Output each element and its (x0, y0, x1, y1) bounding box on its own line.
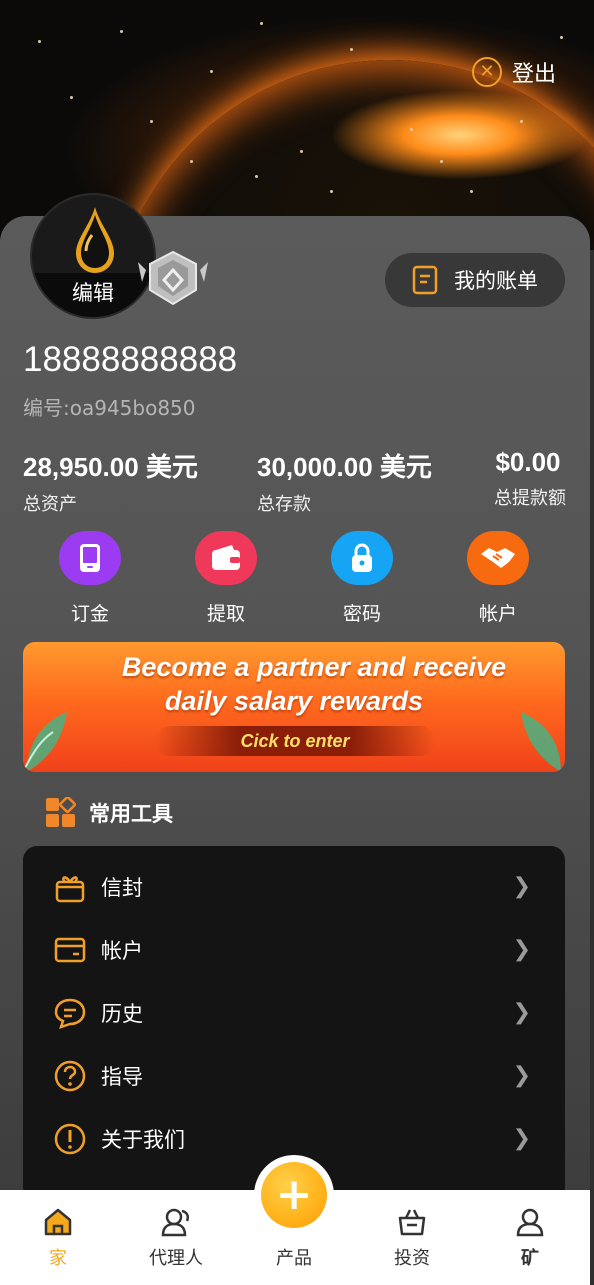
handshake-icon (467, 531, 529, 585)
stat-total-assets: 28,950.00 美元 总资产 (23, 447, 198, 516)
stat-label: 总资产 (23, 494, 77, 515)
logout-label: 登出 (511, 62, 556, 87)
quick-action-password[interactable]: 密码 (330, 531, 394, 626)
banner-line-2: daily salary rewards (164, 686, 424, 716)
stat-label: 总存款 (257, 494, 311, 515)
menu-item-guide[interactable]: 指导 ❯ (23, 1044, 565, 1107)
menu-item-history[interactable]: 历史 ❯ (23, 981, 565, 1044)
my-bill-label: 我的账单 (454, 269, 538, 293)
stat-total-withdrawal: $0.00 总提款额 (490, 447, 566, 510)
add-product-button[interactable]: + (254, 1155, 334, 1235)
partner-banner[interactable]: Become a partner and receive daily salar… (23, 642, 565, 772)
banner-line-1: Become a partner and receive (121, 652, 507, 682)
chevron-right-icon: ❯ (512, 1000, 531, 1025)
stat-value: $0.00 (495, 447, 561, 477)
nav-item-products[interactable]: 产品 (249, 1238, 339, 1270)
wallet-icon (195, 531, 257, 585)
app-screen: ✕ 登出 编辑 我的账单 18888888888 编号:oa945bo850 2… (0, 0, 594, 1285)
chevron-right-icon: ❯ (512, 937, 531, 962)
card-icon (54, 937, 86, 962)
stat-value: 30,000.00 美元 (257, 452, 432, 482)
planet-glow (330, 90, 590, 180)
tools-section-title: 常用工具 (45, 797, 173, 829)
menu-item-account[interactable]: 帐户 ❯ (23, 918, 565, 981)
home-icon (44, 1208, 72, 1236)
oil-drop-icon (76, 207, 114, 273)
nav-item-mine[interactable]: 矿 (485, 1206, 575, 1270)
plus-icon: + (261, 1162, 327, 1228)
edit-avatar-label[interactable]: 编辑 (32, 273, 154, 317)
chevron-right-icon: ❯ (512, 874, 531, 899)
quick-action-account[interactable]: 帐户 (466, 531, 530, 626)
quick-action-label: 帐户 (478, 603, 517, 625)
agent-icon (161, 1208, 190, 1237)
grid-icon (46, 797, 77, 827)
quick-action-label: 订金 (70, 603, 109, 625)
gift-icon (55, 875, 85, 902)
user-id: 编号:oa945bo850 (23, 396, 196, 420)
my-bill-button[interactable]: 我的账单 (385, 253, 565, 307)
phone-icon (59, 531, 121, 585)
info-icon (54, 1123, 86, 1154)
nav-label: 矿 (521, 1248, 539, 1269)
nav-item-agent[interactable]: 代理人 (131, 1206, 221, 1270)
nav-label: 产品 (276, 1248, 312, 1269)
nav-label: 代理人 (149, 1248, 203, 1269)
lock-icon (331, 531, 393, 585)
bag-icon (398, 1209, 426, 1236)
quick-action-label: 密码 (342, 603, 381, 625)
quick-action-withdraw[interactable]: 提取 (194, 531, 258, 626)
user-phone: 18888888888 (23, 340, 238, 379)
level-badge-icon (138, 250, 208, 306)
user-icon (516, 1208, 544, 1237)
menu-item-label: 信封 (101, 875, 143, 900)
menu-item-envelope[interactable]: 信封 ❯ (23, 855, 565, 918)
close-circle-icon: ✕ (471, 57, 502, 87)
menu-item-label: 指导 (101, 1064, 143, 1089)
quick-action-label: 提取 (206, 603, 245, 625)
nav-label: 投资 (394, 1248, 430, 1269)
nav-label: 家 (49, 1248, 67, 1269)
nav-item-invest[interactable]: 投资 (367, 1206, 457, 1270)
banner-enter-button[interactable]: Cick to enter (155, 726, 435, 756)
chevron-right-icon: ❯ (512, 1126, 531, 1151)
chat-icon (54, 998, 86, 1029)
logout-button[interactable]: ✕ 登出 (471, 56, 556, 88)
stat-value: 28,950.00 美元 (23, 452, 198, 482)
chevron-right-icon: ❯ (512, 1063, 531, 1088)
nav-item-home[interactable]: 家 (13, 1206, 103, 1270)
document-icon (412, 265, 438, 295)
quick-action-deposit[interactable]: 订金 (58, 531, 122, 626)
question-icon (54, 1060, 86, 1091)
menu-item-label: 关于我们 (101, 1127, 185, 1152)
stat-total-deposit: 30,000.00 美元 总存款 (257, 447, 432, 516)
menu-item-label: 历史 (101, 1001, 143, 1026)
stat-label: 总提款额 (494, 488, 566, 509)
menu-item-label: 帐户 (101, 938, 143, 963)
tools-title-label: 常用工具 (89, 802, 173, 826)
